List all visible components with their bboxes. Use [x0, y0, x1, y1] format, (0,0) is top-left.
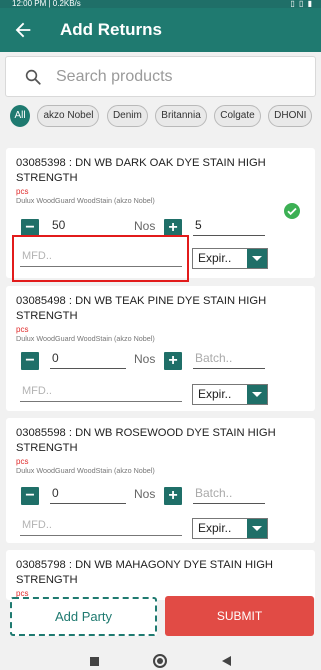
unit-label: Nos — [134, 219, 156, 233]
expiry-dropdown[interactable]: Expir.. — [192, 248, 268, 269]
home-icon[interactable] — [153, 654, 167, 668]
chevron-down-icon — [247, 385, 267, 404]
arrow-left-icon[interactable] — [12, 19, 34, 41]
page-title: Add Returns — [60, 20, 162, 39]
product-title: 03085498 : DN WB TEAK PINE DYE STAIN HIG… — [16, 295, 267, 322]
chip-all[interactable]: All — [10, 105, 30, 127]
product-unit: pcs — [16, 187, 29, 196]
expiry-dropdown[interactable]: Expir.. — [192, 518, 268, 539]
quantity-input[interactable]: 50 — [50, 216, 130, 236]
batch-input[interactable]: Batch.. — [193, 349, 265, 369]
expiry-label: Expir.. — [198, 387, 232, 401]
chevron-down-icon — [247, 519, 267, 538]
chip-akzo-nobel[interactable]: akzo Nobel — [37, 105, 100, 127]
app-bar: Add Returns — [0, 8, 321, 52]
product-title: 03085598 : DN WB ROSEWOOD DYE STAIN HIGH… — [16, 427, 276, 454]
status-time: 12:00 PM | 0.2KB/s — [12, 0, 81, 8]
status-icons: ▯ ▯ ▮ — [290, 0, 313, 8]
product-unit: pcs — [16, 457, 29, 466]
expiry-label: Expir.. — [198, 251, 232, 265]
product-card: 03085798 : DN WB MAHAGONY DYE STAIN HIGH… — [6, 550, 315, 600]
brand-filter-chips: All akzo Nobel Denim Britannia Colgate D… — [10, 105, 321, 129]
chevron-down-icon — [247, 249, 267, 268]
chip-colgate[interactable]: Colgate — [214, 105, 261, 127]
decrease-quantity-button[interactable]: − — [21, 487, 39, 505]
increase-quantity-button[interactable]: + — [164, 352, 182, 370]
mfd-date-input[interactable]: MFD.. — [20, 380, 182, 402]
chip-britannia[interactable]: Britannia — [155, 105, 207, 127]
product-brand: Dulux WoodGuard WoodStain (akzo Nobel) — [16, 334, 155, 343]
expiry-label: Expir.. — [198, 521, 232, 535]
add-party-button[interactable]: Add Party — [10, 597, 157, 636]
chip-denim[interactable]: Denim — [106, 105, 148, 127]
nav-back-icon[interactable] — [222, 656, 231, 666]
product-unit: pcs — [16, 325, 29, 334]
status-bar: 12:00 PM | 0.2KB/s ▯ ▯ ▮ — [0, 0, 321, 8]
product-brand: Dulux WoodGuard WoodStain (akzo Nobel) — [16, 466, 155, 475]
unit-label: Nos — [134, 352, 156, 366]
product-card: 03085498 : DN WB TEAK PINE DYE STAIN HIG… — [6, 286, 315, 411]
batch-input[interactable]: Batch.. — [193, 484, 265, 504]
product-title: 03085798 : DN WB MAHAGONY DYE STAIN HIGH… — [16, 559, 273, 586]
checkmark-icon — [284, 203, 300, 219]
expiry-dropdown[interactable]: Expir.. — [192, 384, 268, 405]
decrease-quantity-button[interactable]: − — [21, 352, 39, 370]
product-brand: Dulux WoodGuard WoodStain (akzo Nobel) — [16, 196, 155, 205]
chip-dhoni[interactable]: DHONI — [268, 105, 313, 127]
recents-icon[interactable] — [90, 657, 99, 666]
search-bar[interactable] — [5, 56, 316, 97]
quantity-input[interactable]: 0 — [50, 349, 126, 369]
search-input[interactable] — [56, 66, 296, 88]
search-icon — [25, 69, 41, 85]
quantity-input[interactable]: 0 — [50, 484, 126, 504]
unit-label: Nos — [134, 487, 156, 501]
product-title: 03085398 : DN WB DARK OAK DYE STAIN HIGH… — [16, 157, 266, 184]
mfd-date-input[interactable]: MFD.. — [20, 514, 182, 536]
increase-quantity-button[interactable]: + — [164, 487, 182, 505]
submit-button[interactable]: SUBMIT — [165, 596, 314, 636]
highlight-box — [12, 235, 189, 282]
system-nav-bar — [0, 643, 321, 670]
batch-input[interactable]: 5 — [193, 216, 265, 236]
product-card: 03085598 : DN WB ROSEWOOD DYE STAIN HIGH… — [6, 418, 315, 543]
